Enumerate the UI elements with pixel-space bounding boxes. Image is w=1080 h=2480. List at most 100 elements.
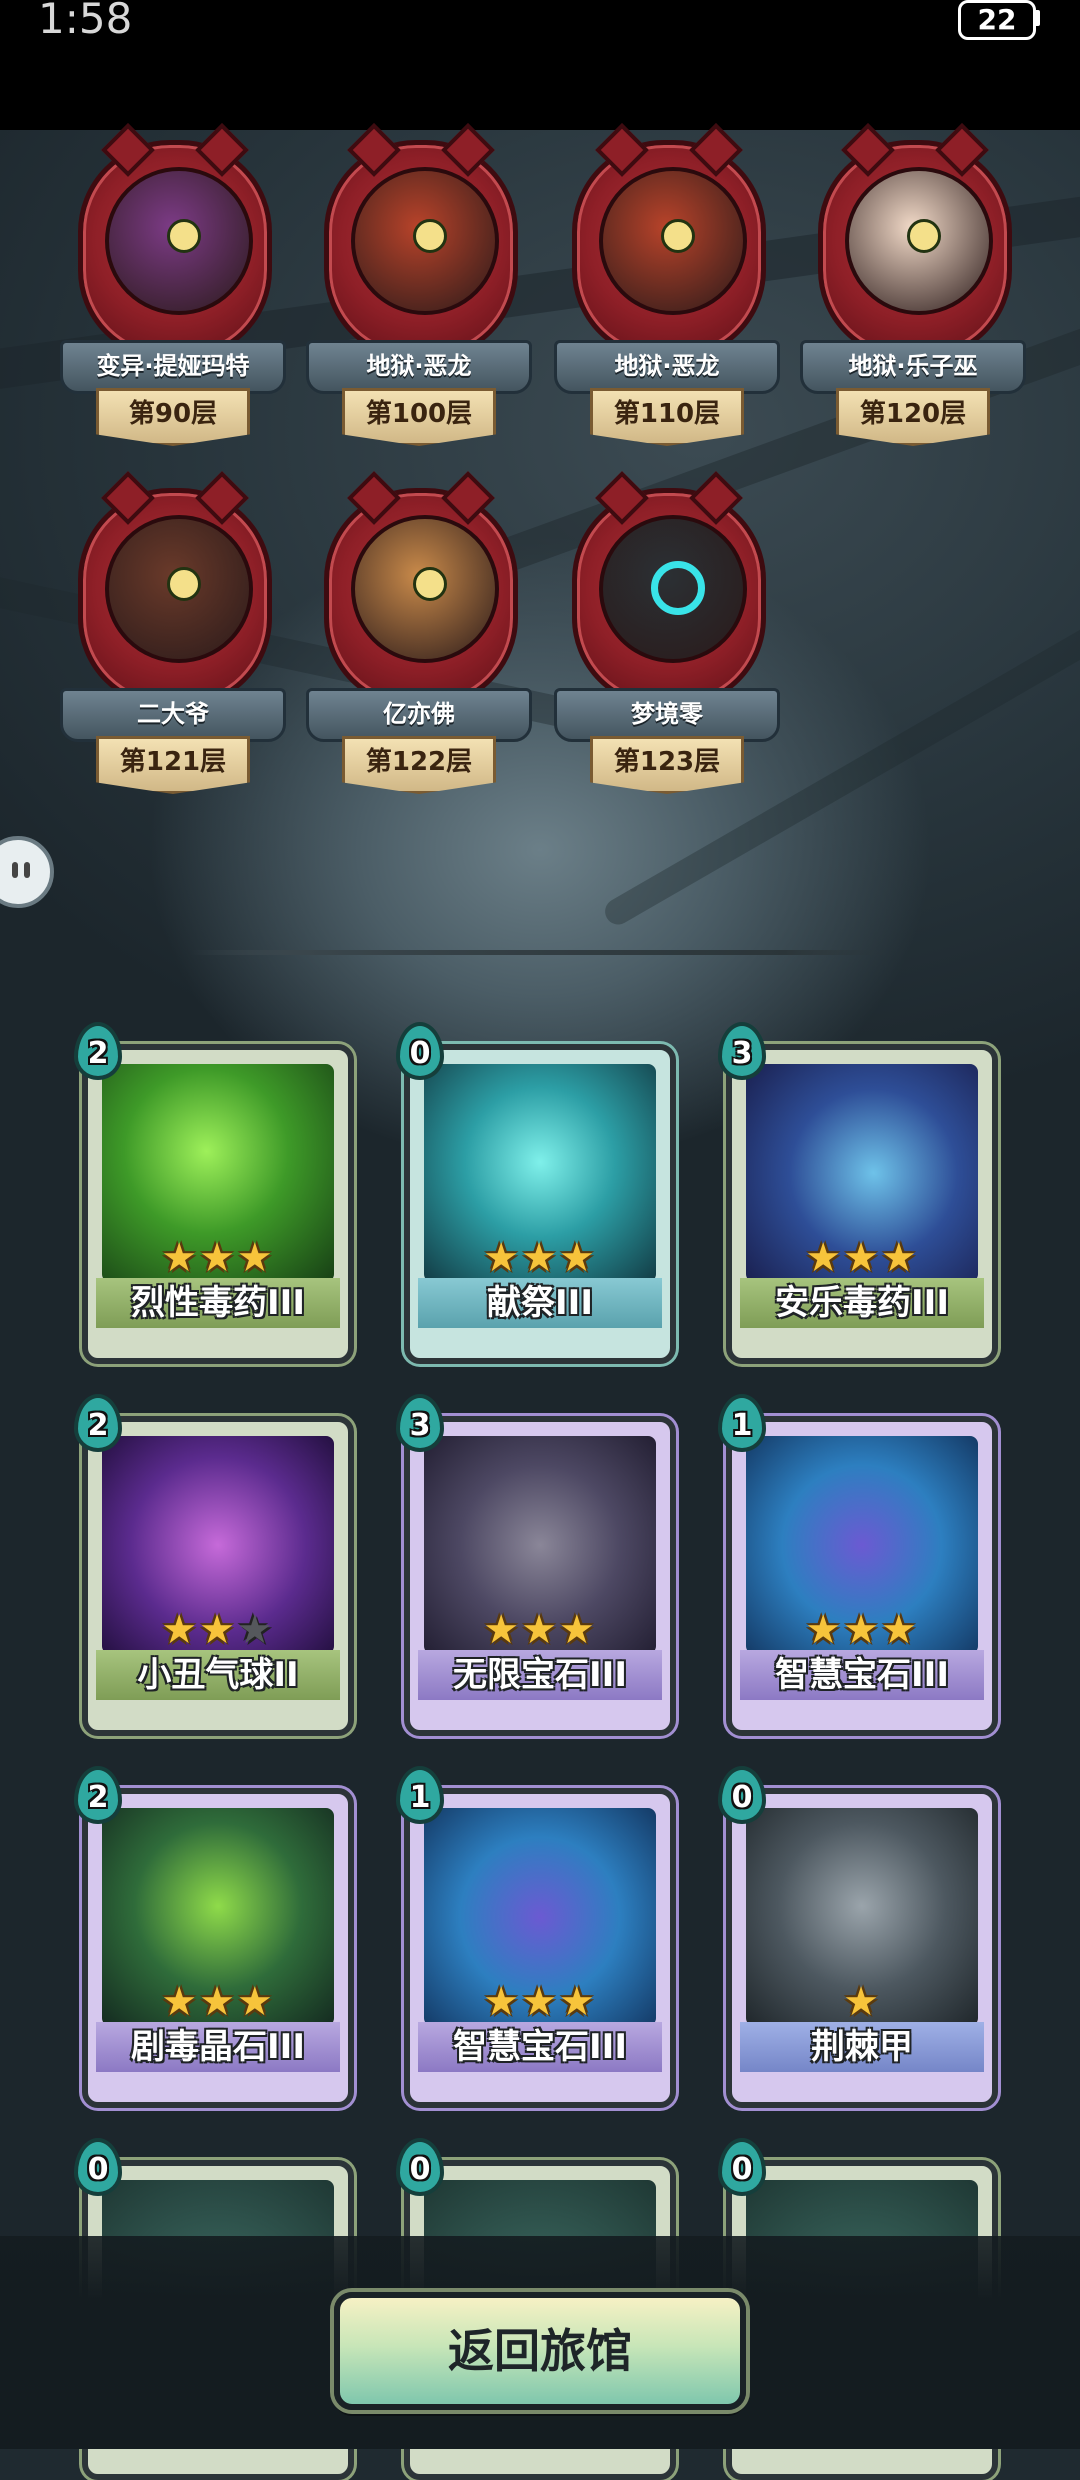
boss-floor-label: 第100层 — [342, 388, 496, 446]
energy-cost-badge: 0 — [74, 2138, 122, 2196]
card[interactable]: ★★★ 烈性毒药III 2 — [74, 1022, 354, 1364]
energy-cost-value: 2 — [87, 1780, 109, 1815]
battery-tip — [1034, 10, 1040, 26]
energy-cost-value: 0 — [409, 1036, 431, 1071]
energy-cost-badge: 3 — [718, 1022, 766, 1080]
boss-floor-label: 第110层 — [590, 388, 744, 446]
boss-entry[interactable]: 变异·提娅玛特 第90层 — [60, 140, 286, 450]
boss-entry[interactable]: 地狱·恶龙 第100层 — [306, 140, 532, 450]
star-icon: ★ — [843, 1979, 881, 2025]
star-icon: ★ — [483, 1235, 522, 1281]
energy-cost-badge: 2 — [74, 1394, 122, 1452]
card[interactable]: ★★★ 安乐毒药III 3 — [718, 1022, 998, 1364]
boss-name: 地狱·恶龙 — [306, 340, 532, 394]
energy-cost-value: 2 — [87, 1408, 109, 1443]
card-name: 无限宝石III — [418, 1650, 662, 1700]
boss-entry[interactable]: 地狱·乐子巫 第120层 — [800, 140, 1026, 450]
star-icon: ★ — [161, 1979, 200, 2025]
portrait-eye-icon — [651, 561, 705, 615]
boss-floor-label: 第122层 — [342, 736, 496, 794]
portrait-eye-icon — [413, 567, 447, 601]
energy-cost-value: 0 — [731, 2152, 753, 2187]
energy-cost-badge: 2 — [74, 1022, 122, 1080]
energy-cost-value: 2 — [87, 1036, 109, 1071]
boss-portrait — [351, 515, 499, 663]
star-icon: ★ — [199, 1607, 237, 1653]
energy-cost-badge: 1 — [396, 1766, 444, 1824]
boss-frame — [572, 488, 766, 708]
card-stars: ★★★ — [88, 1608, 348, 1652]
energy-cost-badge: 3 — [396, 1394, 444, 1452]
boss-portrait — [105, 515, 253, 663]
boss-name: 地狱·乐子巫 — [800, 340, 1026, 394]
energy-cost-value: 0 — [87, 2152, 109, 2187]
star-icon: ★ — [843, 1235, 881, 1281]
star-icon: ★ — [521, 1607, 559, 1653]
boss-portrait — [599, 515, 747, 663]
boss-portrait — [845, 167, 993, 315]
boss-floor-label: 第121层 — [96, 736, 250, 794]
portrait-eye-icon — [907, 219, 941, 253]
energy-cost-badge: 1 — [718, 1394, 766, 1452]
energy-cost-badge: 0 — [718, 1766, 766, 1824]
card[interactable]: ★★★ 智慧宝石III 1 — [396, 1766, 676, 2108]
star-icon: ★ — [880, 1607, 919, 1653]
energy-cost-value: 0 — [409, 2152, 431, 2187]
boss-entry[interactable]: 二大爷 第121层 — [60, 488, 286, 798]
card-stars: ★★★ — [732, 1608, 992, 1652]
boss-portrait — [351, 167, 499, 315]
card-stars: ★★★ — [732, 1236, 992, 1280]
boss-entry[interactable]: 亿亦佛 第122层 — [306, 488, 532, 798]
card-name: 荆棘甲 — [740, 2022, 984, 2072]
card-name: 智慧宝石III — [418, 2022, 662, 2072]
star-icon: ★ — [236, 1979, 275, 2025]
card[interactable]: ★★★ 无限宝石III 3 — [396, 1394, 676, 1736]
battery-icon: 22 — [958, 0, 1036, 40]
star-icon: ★ — [805, 1607, 844, 1653]
portrait-eye-icon — [167, 219, 201, 253]
boss-floor-label: 第90层 — [96, 388, 250, 446]
energy-cost-badge: 0 — [718, 2138, 766, 2196]
card[interactable]: ★★★ 献祭III 0 — [396, 1022, 676, 1364]
boss-name: 亿亦佛 — [306, 688, 532, 742]
energy-cost-badge: 2 — [74, 1766, 122, 1824]
star-icon: ★ — [521, 1235, 559, 1281]
section-divider — [190, 950, 890, 955]
card-name: 安乐毒药III — [740, 1278, 984, 1328]
card-stars: ★ — [732, 1980, 992, 2024]
star-icon: ★ — [558, 1235, 597, 1281]
return-to-inn-button[interactable]: 返回旅馆 — [334, 2292, 746, 2410]
energy-cost-value: 0 — [731, 1780, 753, 1815]
card-stars: ★★★ — [88, 1236, 348, 1280]
boss-name: 地狱·恶龙 — [554, 340, 780, 394]
card[interactable]: ★★★ 智慧宝石III 1 — [718, 1394, 998, 1736]
energy-cost-badge: 0 — [396, 1022, 444, 1080]
boss-floor-label: 第123层 — [590, 736, 744, 794]
card-stars: ★★★ — [410, 1608, 670, 1652]
boss-frame — [78, 140, 272, 360]
star-icon: ★ — [805, 1235, 844, 1281]
star-icon: ★ — [199, 1235, 237, 1281]
card[interactable]: ★★★ 小丑气球II 2 — [74, 1394, 354, 1736]
star-icon: ★ — [161, 1235, 200, 1281]
portrait-eye-icon — [661, 219, 695, 253]
boss-frame — [78, 488, 272, 708]
card[interactable]: ★ 荆棘甲 0 — [718, 1766, 998, 2108]
boss-portrait — [599, 167, 747, 315]
card-name: 剧毒晶石III — [96, 2022, 340, 2072]
status-bar: 1:58 22 — [0, 0, 1080, 130]
star-icon: ★ — [236, 1607, 275, 1653]
portrait-eye-icon — [413, 219, 447, 253]
star-icon: ★ — [880, 1235, 919, 1281]
card-stars: ★★★ — [410, 1236, 670, 1280]
energy-cost-value: 1 — [409, 1780, 431, 1815]
clock: 1:58 — [38, 0, 133, 43]
card[interactable]: ★★★ 剧毒晶石III 2 — [74, 1766, 354, 2108]
portrait-eye-icon — [167, 567, 201, 601]
boss-entry[interactable]: 地狱·恶龙 第110层 — [554, 140, 780, 450]
star-icon: ★ — [199, 1979, 237, 2025]
card-stars: ★★★ — [88, 1980, 348, 2024]
boss-frame — [324, 488, 518, 708]
boss-entry[interactable]: 梦境零 第123层 — [554, 488, 780, 798]
star-icon: ★ — [161, 1607, 200, 1653]
